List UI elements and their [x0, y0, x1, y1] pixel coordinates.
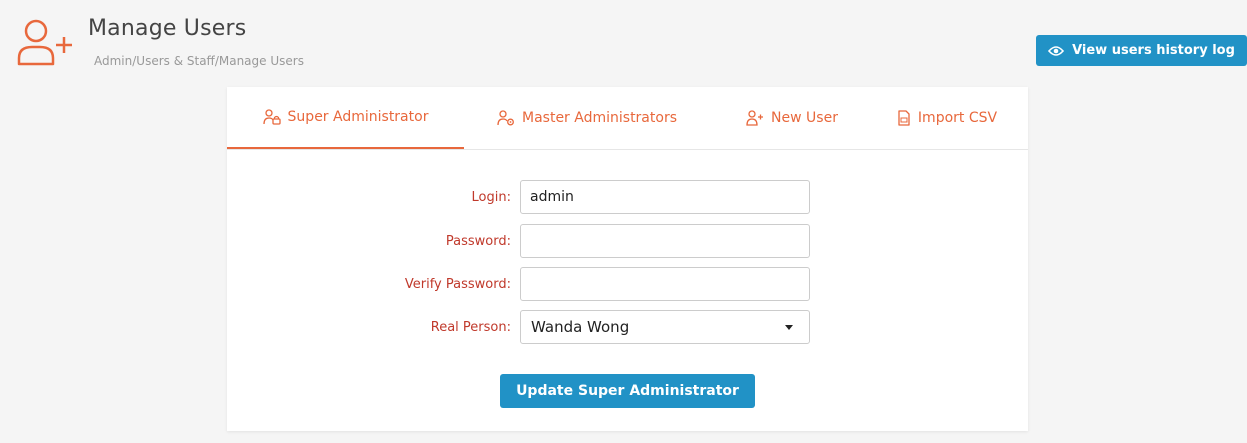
real-person-row: Real Person: Wanda Wong — [227, 310, 1028, 344]
real-person-value: Wanda Wong — [531, 318, 630, 336]
user-plus-icon — [746, 110, 764, 126]
password-label: Password: — [445, 233, 511, 249]
view-history-label: View users history log — [1072, 43, 1235, 58]
login-label: Login: — [471, 189, 511, 205]
login-input[interactable] — [520, 180, 810, 214]
tab-label: Import CSV — [917, 110, 998, 126]
login-row: Login: — [227, 180, 1028, 214]
user-lock-icon — [262, 109, 281, 125]
verify-password-label: Verify Password: — [404, 276, 511, 292]
tab-label: Super Administrator — [287, 109, 429, 125]
real-person-select[interactable]: Wanda Wong — [520, 310, 810, 344]
eye-icon — [1048, 45, 1065, 56]
tab-import-csv[interactable]: Import CSV — [882, 87, 1012, 149]
chevron-down-icon — [785, 325, 793, 330]
verify-password-input[interactable] — [520, 267, 810, 301]
password-row: Password: — [227, 224, 1028, 258]
add-user-icon — [17, 19, 72, 66]
tab-super-administrator[interactable]: Super Administrator — [227, 87, 464, 149]
page: Manage Users Admin/Users & Staff/Manage … — [6, 6, 1247, 443]
password-input[interactable] — [520, 224, 810, 258]
user-gear-icon — [497, 110, 514, 126]
update-super-administrator-button[interactable]: Update Super Administrator — [500, 374, 755, 408]
manage-users-card: Super Administrator Master Administrator… — [227, 87, 1028, 431]
breadcrumb: Admin/Users & Staff/Manage Users — [94, 54, 304, 68]
real-person-label: Real Person: — [430, 319, 511, 335]
tab-new-user[interactable]: New User — [727, 87, 857, 149]
csv-file-icon — [898, 110, 910, 126]
page-title: Manage Users — [88, 16, 247, 41]
tab-label: Master Administrators — [522, 110, 677, 126]
verify-password-row: Verify Password: — [227, 267, 1028, 301]
tab-bar: Super Administrator Master Administrator… — [227, 87, 1028, 150]
tab-label: New User — [771, 110, 838, 126]
tab-master-administrators[interactable]: Master Administrators — [477, 87, 697, 149]
view-history-button[interactable]: View users history log — [1036, 35, 1247, 66]
